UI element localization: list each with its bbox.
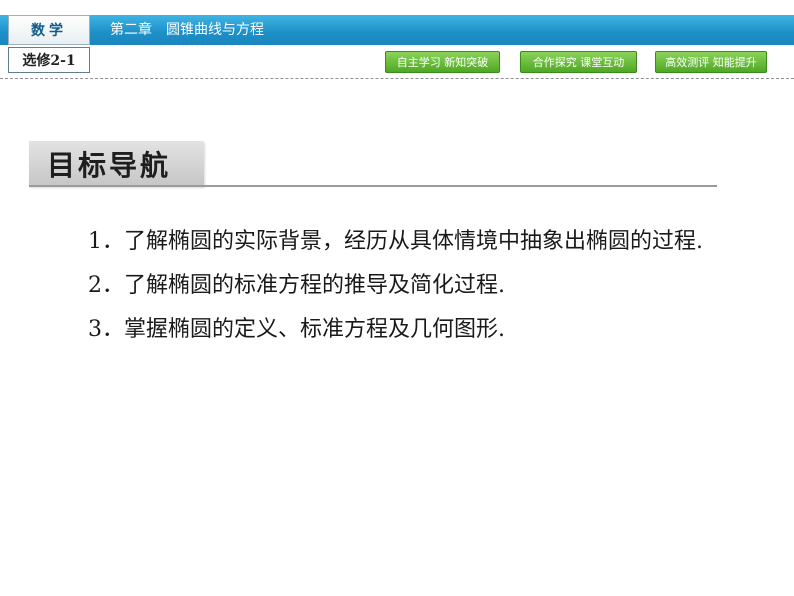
objective-item: 2．了解椭圆的标准方程的推导及简化过程.: [38, 264, 763, 308]
objective-text: 了解椭圆的标准方程的推导及简化过程.: [124, 273, 505, 298]
objectives-list: 1．了解椭圆的实际背景，经历从具体情境中抽象出椭圆的过程. 2．了解椭圆的标准方…: [38, 220, 763, 352]
header-divider: [0, 78, 794, 79]
objective-item: 3．掌握椭圆的定义、标准方程及几何图形.: [38, 308, 763, 352]
objective-number: 3．: [88, 317, 124, 342]
edition-tab[interactable]: 选修2-1: [8, 47, 90, 73]
objective-item: 1．了解椭圆的实际背景，经历从具体情境中抽象出椭圆的过程.: [38, 220, 763, 264]
objective-number: 1．: [88, 229, 124, 254]
section-title: 目标导航: [29, 141, 204, 186]
section-underline: [29, 185, 717, 187]
nav-button-self-study[interactable]: 自主学习 新知突破: [385, 51, 500, 73]
subject-tab[interactable]: 数学: [8, 15, 90, 45]
nav-button-inquiry[interactable]: 合作探究 课堂互动: [520, 51, 637, 73]
objective-text: 掌握椭圆的定义、标准方程及几何图形.: [124, 317, 505, 342]
chapter-title: 第二章 圆锥曲线与方程: [110, 22, 264, 38]
objective-text: 了解椭圆的实际背景，经历从具体情境中抽象出椭圆的过程.: [124, 229, 703, 254]
nav-button-assessment[interactable]: 高效测评 知能提升: [655, 51, 767, 73]
objective-number: 2．: [88, 273, 124, 298]
